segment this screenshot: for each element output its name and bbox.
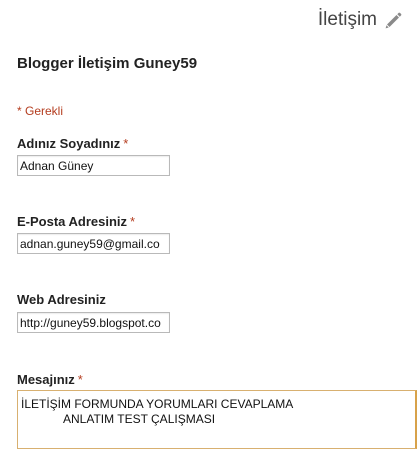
required-star: * (123, 136, 129, 151)
required-star: * (77, 372, 83, 387)
web-input[interactable]: http://guney59.blogspot.co (17, 312, 170, 333)
name-input[interactable]: Adnan Güney (17, 155, 170, 176)
page-title: İletişim (317, 9, 377, 30)
message-label: Mesajınız * (17, 372, 83, 387)
email-input[interactable]: adnan.guney59@gmail.co (17, 233, 170, 254)
message-label-text: Mesajınız (17, 372, 75, 387)
name-label-text: Adınız Soyadınız (17, 136, 121, 151)
web-label-text: Web Adresiniz (17, 292, 106, 307)
page-header: İletişim (318, 9, 403, 31)
required-note: * Gerekli (17, 104, 64, 118)
message-textarea[interactable]: İLETİŞİM FORMUNDA YORUMLARI CEVAPLAMA AN… (17, 390, 417, 449)
form-title: Blogger İletişim Guney59 (17, 55, 198, 72)
message-line-2: ANLATIM TEST ÇALIŞMASI (63, 412, 216, 426)
name-label: Adınız Soyadınız * (17, 136, 128, 151)
web-label: Web Adresiniz (17, 292, 106, 307)
email-label: E-Posta Adresiniz * (17, 214, 135, 229)
pencil-icon[interactable] (384, 11, 403, 30)
message-line-1: İLETİŞİM FORMUNDA YORUMLARI CEVAPLAMA (21, 397, 294, 411)
email-label-text: E-Posta Adresiniz (17, 214, 128, 229)
required-star: * (130, 214, 136, 229)
